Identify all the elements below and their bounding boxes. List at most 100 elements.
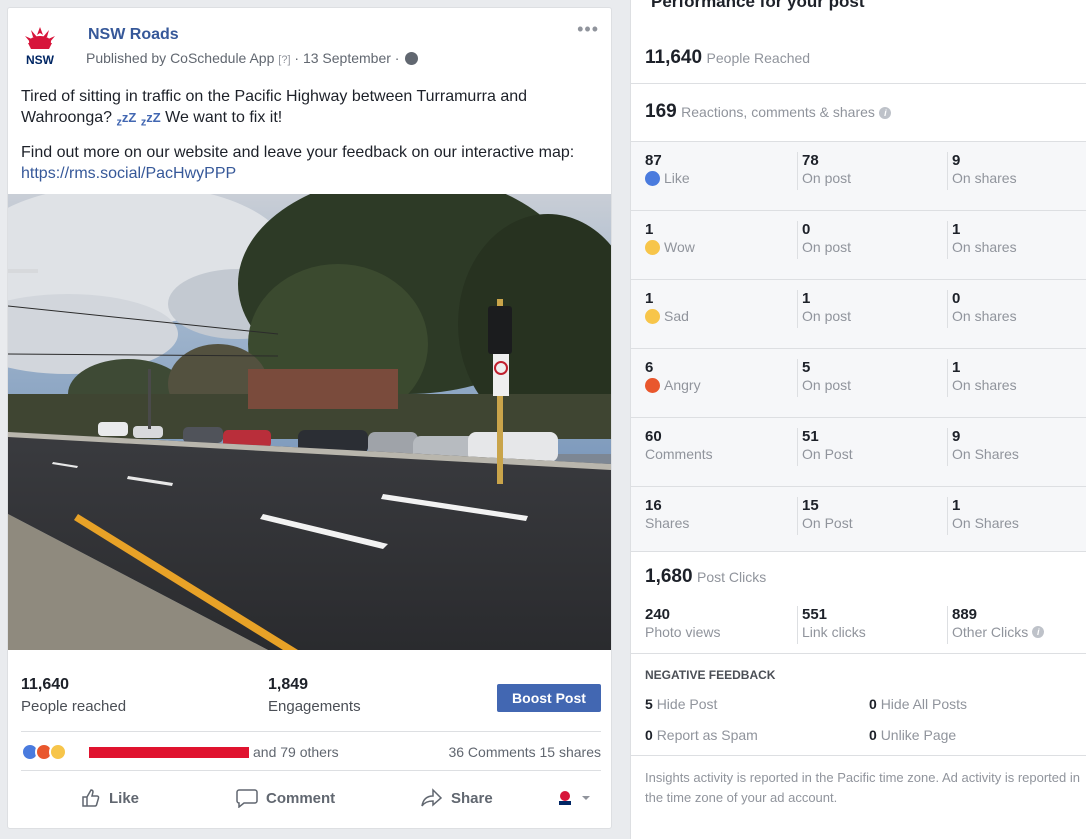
comments-shares-count[interactable]: 36 Comments 15 shares <box>448 744 601 760</box>
post-text-part: Find out more on our website and leave y… <box>21 143 575 161</box>
street-photo-image <box>8 194 611 650</box>
post-link[interactable]: https://rms.social/PacHwyPPP <box>21 165 236 182</box>
angry-emoji-icon <box>645 377 660 393</box>
people-reached-row: 11,640 People Reached <box>631 30 1086 84</box>
wow-label: Wow <box>664 239 695 255</box>
wow-on-shares: 1 <box>952 221 961 238</box>
hide-all-posts-stat: 0 Hide All Posts <box>869 696 968 712</box>
more-options-icon[interactable]: ••• <box>577 20 599 38</box>
post-clicks-label: Post Clicks <box>697 569 767 585</box>
angry-total: 6 <box>645 359 654 376</box>
post-clicks-number: 1,680 <box>645 566 693 587</box>
sad-total: 1 <box>645 290 654 307</box>
wow-total: 1 <box>645 221 654 238</box>
comments-on-post: 51 <box>802 428 819 445</box>
link-clicks-value: 551 <box>802 606 828 623</box>
reached-label: People Reached <box>706 50 811 66</box>
divider <box>631 755 1086 756</box>
on-post-label: On post <box>802 308 852 324</box>
like-button[interactable]: Like <box>81 788 139 808</box>
breakdown-row-wow: 1 Wow 0 On post 1 On shares <box>631 211 1086 280</box>
on-shares-label: On shares <box>952 377 1017 393</box>
boost-post-button[interactable]: Boost Post <box>497 684 601 712</box>
share-label: Share <box>451 789 493 807</box>
sad-reaction-icon <box>49 743 67 761</box>
post-actions: Like Comment Share <box>21 776 601 820</box>
on-post-label: On post <box>802 377 852 393</box>
shares-total: 16 <box>645 497 662 514</box>
redacted-names <box>89 747 249 758</box>
other-clicks-value: 889 <box>952 606 978 623</box>
comments-label: Comments <box>645 446 713 462</box>
post-clicks-section: 1,680 Post Clicks 240 Photo views 551 Link… <box>631 552 1086 654</box>
post-as-selector[interactable] <box>557 790 591 806</box>
like-emoji-icon <box>645 170 660 186</box>
breakdown-row-shares: 16 Shares 15 On Post 1 On Shares <box>631 487 1086 556</box>
on-shares-label: On Shares <box>952 446 1019 462</box>
globe-icon <box>405 52 419 65</box>
insights-footer-note: Insights activity is reported in the Pac… <box>645 770 1080 805</box>
people-reached-label: People reached <box>21 698 127 715</box>
sad-on-shares: 0 <box>952 290 961 307</box>
link-clicks-label: Link clicks <box>802 624 866 640</box>
shares-on-shares: 1 <box>952 497 961 514</box>
like-on-post: 78 <box>802 152 819 169</box>
comment-button[interactable]: Comment <box>236 788 335 808</box>
engagements-label: Engagements <box>268 698 361 715</box>
report-spam-stat: 0 Report as Spam <box>645 727 758 743</box>
comment-icon <box>236 789 258 808</box>
post-card: NSW NSW Roads Published by CoSchedule Ap… <box>7 7 612 829</box>
wow-emoji-icon <box>645 239 660 255</box>
hide-post-stat: 5 Hide Post <box>645 696 718 712</box>
post-stats: 11,640 People reached 1,849 Engagements … <box>21 676 601 716</box>
post-photo[interactable] <box>8 194 611 650</box>
engagements-stat[interactable]: 1,849 Engagements <box>268 676 361 715</box>
sleep-emoji-icon-2: zzZ <box>140 110 161 129</box>
published-date[interactable]: · 13 September · <box>294 50 399 66</box>
publish-line: Published by CoSchedule App [?] · 13 Sep… <box>86 50 419 66</box>
shares-label: Shares <box>645 515 690 531</box>
share-arrow-icon <box>421 788 443 807</box>
comments-total: 60 <box>645 428 662 445</box>
breakdown-row-like: 87 Like 78 On post 9 On shares <box>631 142 1086 211</box>
info-icon[interactable]: i <box>879 107 892 119</box>
thumbs-up-icon <box>82 789 100 807</box>
other-clicks-label: Other Clicks <box>952 624 1029 640</box>
shares-on-post: 15 <box>802 497 819 514</box>
reactions-row: 169 Reactions, comments & shares i <box>631 84 1086 142</box>
people-reached-stat[interactable]: 11,640 People reached <box>21 676 126 715</box>
reaction-others-link[interactable]: and 79 others <box>253 744 339 760</box>
help-link[interactable]: [?] <box>278 54 290 66</box>
page-name-link[interactable]: NSW Roads <box>88 26 179 44</box>
comments-on-shares: 9 <box>952 428 961 445</box>
post-message: Tired of sitting in traffic on the Pacif… <box>21 86 601 192</box>
comment-label: Comment <box>266 789 336 807</box>
like-on-shares: 9 <box>952 152 961 169</box>
on-post-label: On Post <box>802 446 853 462</box>
breakdown-row-angry: 6 Angry 5 On post 1 On shares <box>631 349 1086 418</box>
reaction-icons[interactable] <box>21 743 73 761</box>
info-icon[interactable]: i <box>1032 626 1045 638</box>
on-post-label: On Post <box>802 515 853 531</box>
angry-label: Angry <box>664 377 701 393</box>
unlike-page-stat: 0 Unlike Page <box>869 727 957 743</box>
post-header: NSW NSW Roads Published by CoSchedule Ap… <box>8 8 611 74</box>
reactions-breakdown: 87 Like 78 On post 9 On shares 1 Wow 0 On pos… <box>631 142 1086 552</box>
sad-label: Sad <box>664 308 689 324</box>
like-total: 87 <box>645 152 662 169</box>
on-shares-label: On shares <box>952 308 1017 324</box>
published-prefix: Published by <box>86 50 167 66</box>
share-button[interactable]: Share <box>421 788 493 808</box>
published-app-link[interactable]: CoSchedule App <box>170 50 274 66</box>
on-shares-label: On shares <box>952 239 1017 255</box>
post-text-part: We want to fix it! <box>165 109 283 126</box>
sad-on-post: 1 <box>802 290 811 307</box>
people-reached-value: 11,640 <box>21 676 70 693</box>
reactions-number: 169 <box>645 101 677 122</box>
like-label: Like <box>664 170 690 186</box>
insights-panel: Performance for your post 11,640 People … <box>630 0 1086 839</box>
like-label: Like <box>109 789 140 807</box>
reactions-label: Reactions, comments & shares <box>681 104 875 120</box>
waratah-icon: NSW <box>25 27 55 67</box>
nsw-logo[interactable]: NSW <box>21 25 59 67</box>
